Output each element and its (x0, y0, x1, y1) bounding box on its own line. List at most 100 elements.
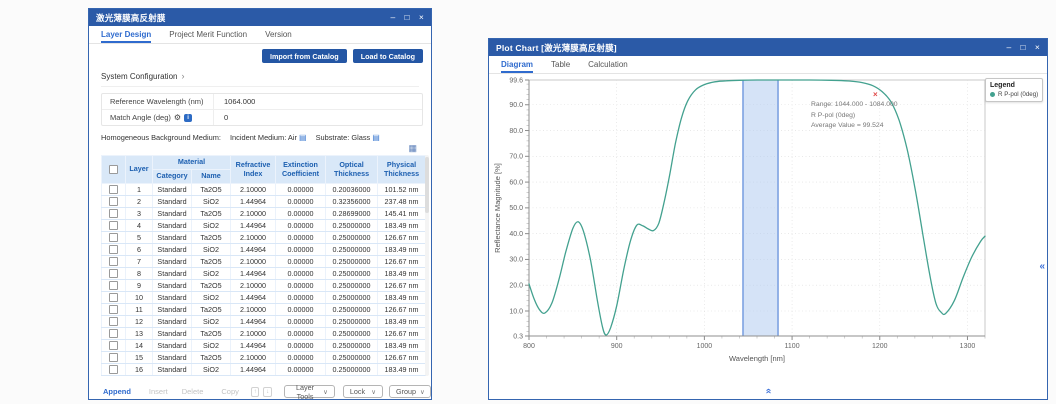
layer-cell[interactable]: Standard (153, 232, 192, 244)
table-settings-icon[interactable]: ▦ (408, 144, 417, 154)
layer-cell[interactable]: 183.49 nm (378, 220, 426, 232)
layer-cell[interactable]: 0.00000 (276, 268, 326, 280)
layer-cell[interactable]: 1.44964 (231, 340, 276, 352)
layer-cell[interactable]: 183.49 nm (378, 340, 426, 352)
layer-cell[interactable]: 183.49 nm (378, 292, 426, 304)
layer-cell[interactable]: 11 (126, 304, 153, 316)
layer-cell[interactable]: 4 (126, 220, 153, 232)
col-refractive-index[interactable]: Refractive Index (231, 156, 276, 184)
layer-cell[interactable]: 3 (126, 208, 153, 220)
layer-cell[interactable]: 0.25000000 (326, 256, 378, 268)
layer-cell[interactable]: 126.67 nm (378, 304, 426, 316)
layer-cell[interactable]: 183.49 nm (378, 364, 426, 376)
layer-cell[interactable]: 0.00000 (276, 244, 326, 256)
layer-cell[interactable]: 0.00000 (276, 304, 326, 316)
append-button[interactable]: Append (103, 387, 131, 396)
layer-cell[interactable]: 12 (126, 316, 153, 328)
row-checkbox[interactable] (109, 329, 118, 338)
tab-project-merit-function[interactable]: Project Merit Function (169, 26, 247, 43)
gear-icon[interactable]: ⚙ (174, 114, 181, 122)
col-category[interactable]: Category (153, 170, 192, 184)
system-configuration-header[interactable]: System Configuration › (101, 71, 419, 87)
row-checkbox[interactable] (109, 293, 118, 302)
layer-cell[interactable]: Ta2O5 (192, 232, 231, 244)
lock-dropdown[interactable]: Lock ∨ (343, 385, 383, 398)
row-checkbox[interactable] (109, 257, 118, 266)
layer-cell[interactable]: 1.44964 (231, 268, 276, 280)
layer-cell[interactable]: SiO2 (192, 292, 231, 304)
edit-incident-medium-icon[interactable]: ▤ (299, 133, 307, 142)
col-physical-thickness[interactable]: Physical Thickness (378, 156, 426, 184)
layer-cell[interactable]: 1.44964 (231, 364, 276, 376)
layer-cell[interactable]: 0.25000000 (326, 316, 378, 328)
layer-cell[interactable]: Standard (153, 316, 192, 328)
layer-cell[interactable]: 0.00000 (276, 256, 326, 268)
layer-cell[interactable]: 0.00000 (276, 220, 326, 232)
layer-cell[interactable]: 0.25000000 (326, 352, 378, 364)
layer-cell[interactable]: 8 (126, 268, 153, 280)
layer-cell[interactable]: Standard (153, 304, 192, 316)
legend-item[interactable]: R P-pol (0deg) (990, 91, 1039, 98)
layer-cell[interactable]: SiO2 (192, 316, 231, 328)
move-up-button[interactable]: ↑ (251, 387, 260, 397)
minimize-icon[interactable]: – (391, 13, 396, 22)
row-checkbox[interactable] (109, 305, 118, 314)
row-checkbox[interactable] (109, 245, 118, 254)
info-icon[interactable]: i (184, 114, 192, 122)
layer-cell[interactable]: 2.10000 (231, 328, 276, 340)
col-optical-thickness[interactable]: Optical Thickness (326, 156, 378, 184)
layer-cell[interactable]: 183.49 nm (378, 268, 426, 280)
layer-cell[interactable]: 1.44964 (231, 220, 276, 232)
layer-cell[interactable]: 0.25000000 (326, 304, 378, 316)
close-icon[interactable]: × (1035, 43, 1040, 52)
annotation-close-icon[interactable]: × (873, 90, 878, 101)
layer-cell[interactable]: 0.00000 (276, 316, 326, 328)
layer-cell[interactable]: 0.25000000 (326, 220, 378, 232)
layer-cell[interactable]: Standard (153, 364, 192, 376)
layer-cell[interactable]: Standard (153, 184, 192, 196)
layer-cell[interactable]: 183.49 nm (378, 316, 426, 328)
layer-cell[interactable]: 1.44964 (231, 316, 276, 328)
layer-cell[interactable]: 7 (126, 256, 153, 268)
select-all-checkbox[interactable] (109, 165, 118, 174)
layer-cell[interactable]: 9 (126, 280, 153, 292)
copy-button[interactable]: Copy (221, 387, 239, 396)
layer-cell[interactable]: 0.32356000 (326, 196, 378, 208)
layer-cell[interactable]: Ta2O5 (192, 352, 231, 364)
row-checkbox[interactable] (109, 341, 118, 350)
edit-substrate-icon[interactable]: ▤ (372, 133, 380, 142)
maximize-icon[interactable]: □ (404, 13, 409, 22)
layer-cell[interactable]: 2.10000 (231, 184, 276, 196)
layer-cell[interactable]: SiO2 (192, 196, 231, 208)
close-icon[interactable]: × (419, 13, 424, 22)
layer-cell[interactable]: 0.00000 (276, 196, 326, 208)
layer-cell[interactable]: 126.67 nm (378, 232, 426, 244)
maximize-icon[interactable]: □ (1020, 43, 1025, 52)
insert-button[interactable]: Insert (149, 387, 168, 396)
layer-cell[interactable]: 0.25000000 (326, 244, 378, 256)
layer-cell[interactable]: 0.25000000 (326, 328, 378, 340)
tab-layer-design[interactable]: Layer Design (101, 26, 151, 43)
layer-cell[interactable]: Ta2O5 (192, 304, 231, 316)
layer-cell[interactable]: 1.44964 (231, 244, 276, 256)
layer-cell[interactable]: 126.67 nm (378, 256, 426, 268)
row-checkbox[interactable] (109, 221, 118, 230)
load-to-catalog-button[interactable]: Load to Catalog (353, 49, 423, 63)
row-checkbox[interactable] (109, 281, 118, 290)
layer-cell[interactable]: Standard (153, 220, 192, 232)
layer-cell[interactable]: 237.48 nm (378, 196, 426, 208)
layer-tools-dropdown[interactable]: Layer Tools ∨ (284, 385, 335, 398)
layer-cell[interactable]: 126.67 nm (378, 280, 426, 292)
layer-cell[interactable]: Standard (153, 268, 192, 280)
tab-calculation[interactable]: Calculation (588, 56, 628, 73)
import-from-catalog-button[interactable]: Import from Catalog (262, 49, 347, 63)
tab-diagram[interactable]: Diagram (501, 56, 533, 73)
group-dropdown[interactable]: Group ∨ (389, 385, 431, 398)
layer-cell[interactable]: Standard (153, 340, 192, 352)
layer-cell[interactable]: 13 (126, 328, 153, 340)
layer-cell[interactable]: 10 (126, 292, 153, 304)
row-checkbox[interactable] (109, 209, 118, 218)
layer-cell[interactable]: SiO2 (192, 220, 231, 232)
layer-cell[interactable]: Ta2O5 (192, 256, 231, 268)
layer-cell[interactable]: 0.25000000 (326, 232, 378, 244)
